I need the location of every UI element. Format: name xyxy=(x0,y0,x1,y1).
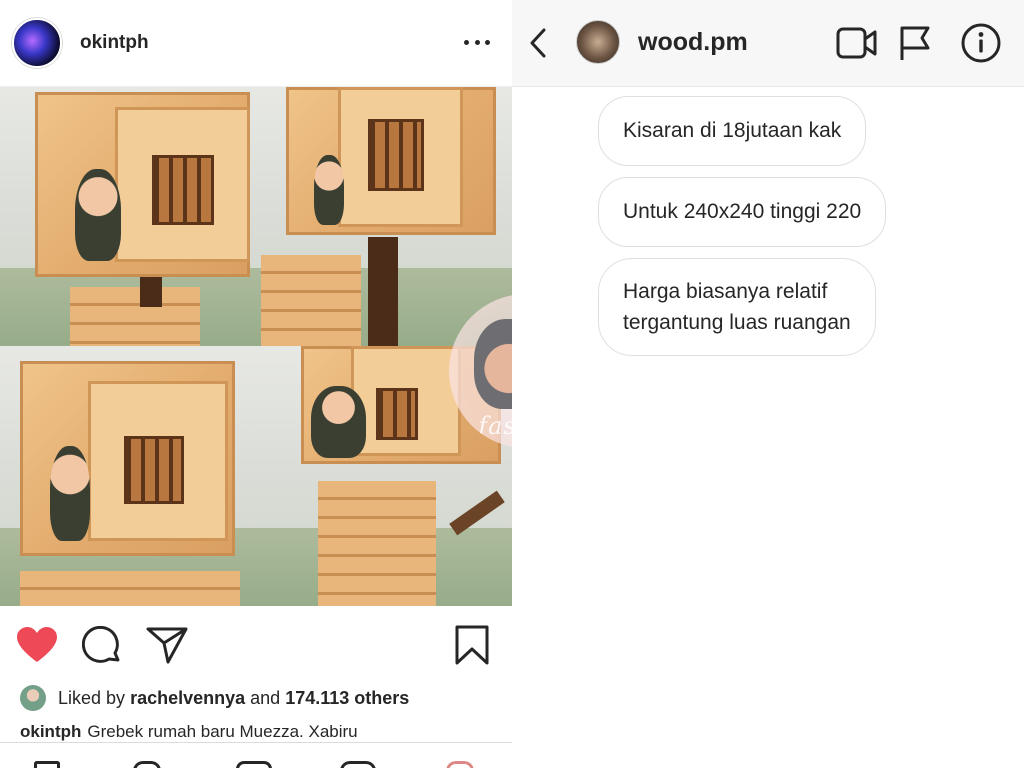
liked-by-and: and xyxy=(250,687,281,708)
post-caption: okintph Grebek rumah baru Muezza. Xabiru xyxy=(20,722,358,742)
bookmark-icon[interactable] xyxy=(454,624,490,666)
back-icon[interactable] xyxy=(528,28,548,58)
liker-avatar xyxy=(20,685,46,711)
caption-username[interactable]: okintph xyxy=(20,722,81,741)
post-header: okintph xyxy=(0,0,512,87)
dm-contact-name[interactable]: wood.pm xyxy=(638,28,748,57)
collage-tile xyxy=(0,346,256,606)
direct-message-panel: wood.pm Kisaran di 18jutaan kak Untuk 24… xyxy=(512,0,1024,768)
message-bubble: Harga biasanya relatif tergantung luas r… xyxy=(598,258,876,356)
video-call-icon[interactable] xyxy=(836,26,878,60)
home-icon[interactable] xyxy=(34,761,60,768)
post-photo-collage[interactable]: fashion xyxy=(0,87,512,606)
search-icon[interactable] xyxy=(133,761,161,768)
instagram-post-panel: okintph fa Liked by rachelvennya and 174… xyxy=(0,0,512,768)
message-bubble: Untuk 240x240 tinggi 220 xyxy=(598,177,887,247)
message-item[interactable]: Kisaran di 18jutaan kak xyxy=(598,96,867,166)
collage-tile xyxy=(0,87,256,346)
profile-icon[interactable] xyxy=(446,761,474,768)
activity-icon[interactable] xyxy=(340,761,376,768)
liked-by-user[interactable]: rachelvennya xyxy=(130,688,245,709)
share-icon[interactable] xyxy=(146,626,188,664)
message-item[interactable]: Untuk 240x240 tinggi 220 xyxy=(598,177,887,247)
message-bubble: Kisaran di 18jutaan kak xyxy=(598,96,867,166)
info-icon[interactable] xyxy=(960,22,1002,64)
post-author-username[interactable]: okintph xyxy=(80,32,149,54)
dm-contact-avatar[interactable] xyxy=(576,20,620,64)
dm-header: wood.pm xyxy=(512,0,1024,87)
heart-icon[interactable] xyxy=(16,626,58,664)
message-item[interactable]: Harga biasanya relatif tergantung luas r… xyxy=(598,258,876,356)
liked-by-prefix: Liked by xyxy=(58,687,126,708)
watermark-text: fashion xyxy=(478,412,512,440)
caption-text: Grebek rumah baru Muezza. Xabiru xyxy=(87,722,358,741)
comment-icon[interactable] xyxy=(82,626,122,666)
new-post-icon[interactable] xyxy=(236,761,272,768)
likes-summary[interactable]: Liked by rachelvennya and 174.113 others xyxy=(20,684,409,712)
message-line: tergantung luas ruangan xyxy=(623,311,851,334)
collage-tile xyxy=(256,87,512,346)
post-author-avatar[interactable] xyxy=(12,18,62,68)
bottom-navigation xyxy=(0,742,512,768)
more-options-icon[interactable] xyxy=(464,32,490,52)
flag-icon[interactable] xyxy=(898,24,932,62)
liked-by-count[interactable]: 174.113 others xyxy=(285,688,409,709)
post-action-bar xyxy=(0,606,512,686)
message-line: Harga biasanya relatif xyxy=(623,280,828,303)
